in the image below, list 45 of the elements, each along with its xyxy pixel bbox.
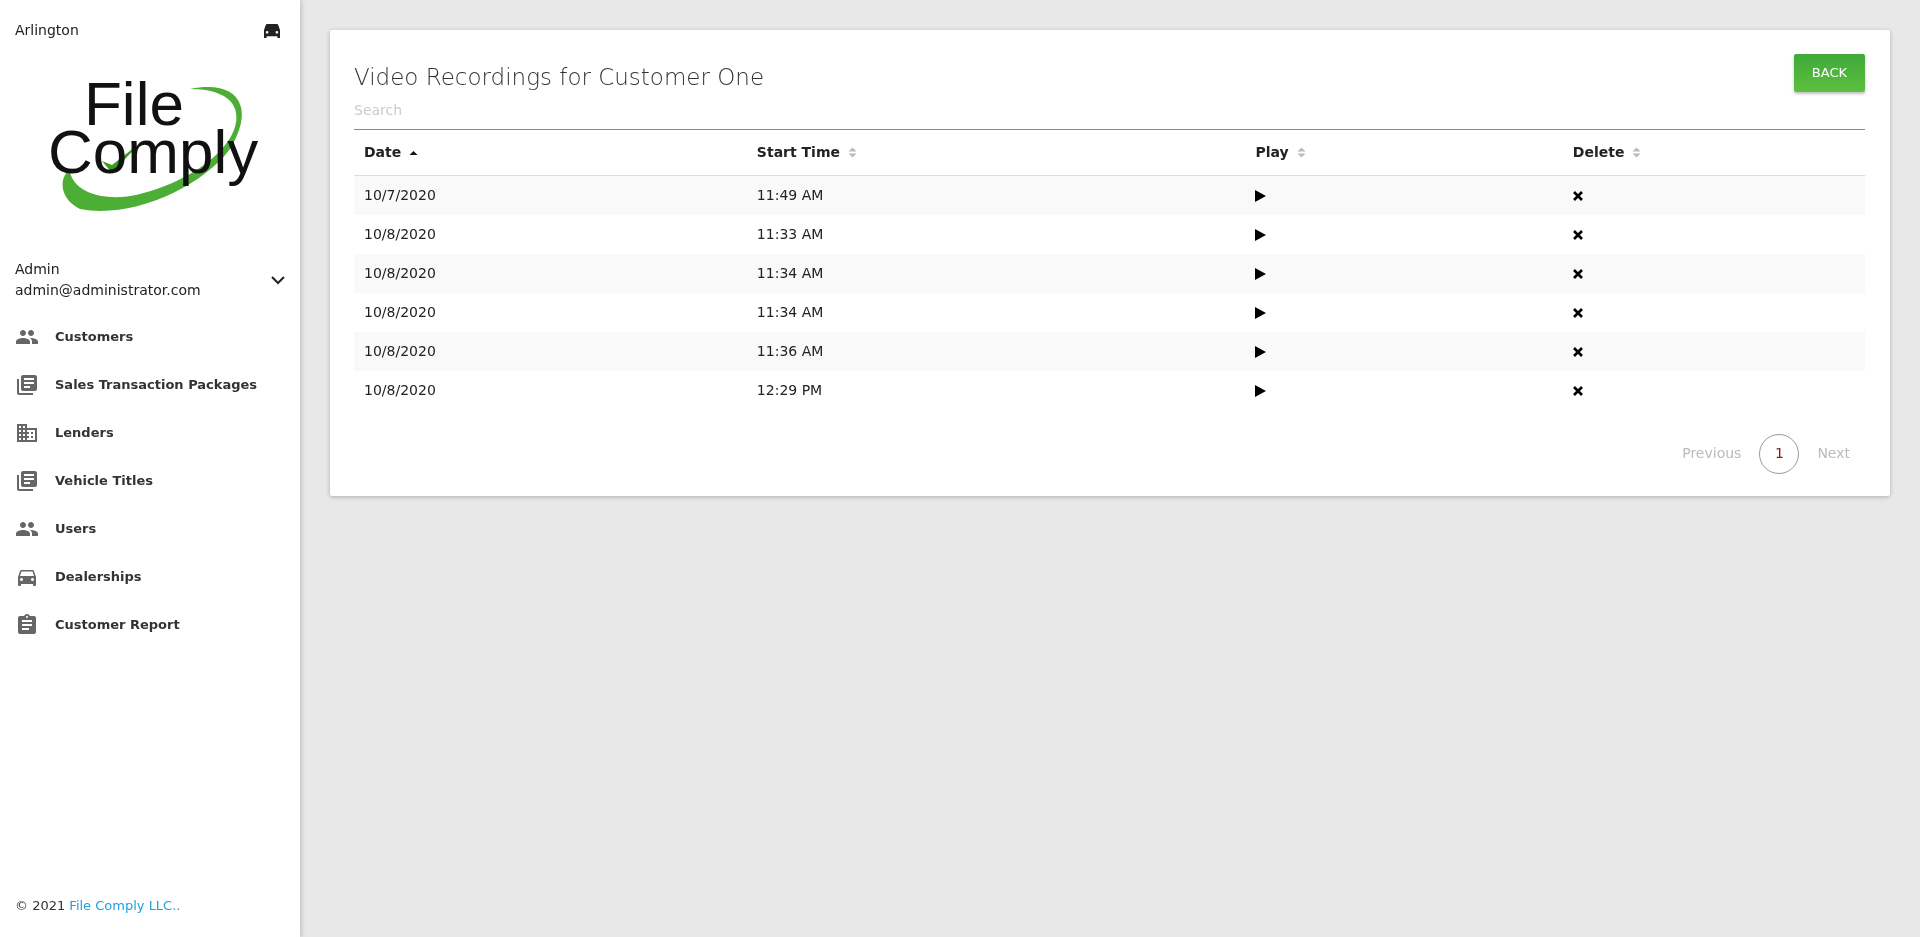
close-icon	[1572, 190, 1583, 201]
table-cell: 10/8/2020	[354, 331, 747, 371]
user-email: admin@administrator.com	[15, 281, 201, 300]
table-cell: 12:29 PM	[746, 370, 1246, 410]
documents-icon	[15, 373, 39, 397]
documents-icon	[15, 469, 39, 493]
close-icon	[1572, 346, 1583, 357]
table-cell: 11:33 AM	[746, 214, 1246, 254]
play-icon	[1255, 306, 1267, 319]
close-icon	[1572, 229, 1583, 240]
building-icon	[15, 421, 39, 445]
play-icon	[1255, 228, 1267, 241]
sidebar-item[interactable]: Customers	[0, 313, 300, 361]
page-title: Video Recordings for Customer One	[354, 64, 765, 92]
column-header[interactable]: Play	[1245, 129, 1563, 176]
table-cell: 10/8/2020	[354, 214, 747, 254]
table-cell: 10/8/2020	[354, 370, 747, 410]
play-icon	[1255, 189, 1267, 202]
sidebar-item[interactable]: Users	[0, 505, 300, 553]
table-cell: 11:34 AM	[746, 292, 1246, 332]
user-name: Admin	[15, 260, 61, 279]
table-cell: 10/8/2020	[354, 253, 747, 293]
car-icon	[264, 22, 280, 39]
close-icon	[1572, 268, 1583, 279]
location-label: Arlington	[15, 21, 79, 40]
column-header[interactable]: Start Time	[746, 129, 1246, 176]
sidebar-item[interactable]: Vehicle Titles	[0, 457, 300, 505]
table-cell: 10/7/2020	[354, 175, 747, 215]
play-icon	[1255, 345, 1267, 358]
sidebar-item[interactable]: Dealerships	[0, 553, 300, 601]
table-cell: 11:49 AM	[746, 175, 1246, 215]
sidebar-item[interactable]: Customer Report	[0, 601, 300, 649]
table-cell: 10/8/2020	[354, 292, 747, 332]
column-header[interactable]: Delete	[1562, 129, 1865, 176]
play-icon	[1255, 384, 1267, 397]
close-icon	[1572, 385, 1583, 396]
clipboard-icon	[15, 613, 39, 637]
sidebar-item[interactable]: Sales Transaction Packages	[0, 361, 300, 409]
table-cell: 11:36 AM	[746, 331, 1246, 371]
column-header[interactable]: Date	[354, 129, 747, 176]
close-icon	[1572, 307, 1583, 318]
copyright-text: © 2021	[15, 897, 66, 913]
sidebar-item[interactable]: Lenders	[0, 409, 300, 457]
play-icon	[1255, 267, 1267, 280]
table-cell: 11:34 AM	[746, 253, 1246, 293]
